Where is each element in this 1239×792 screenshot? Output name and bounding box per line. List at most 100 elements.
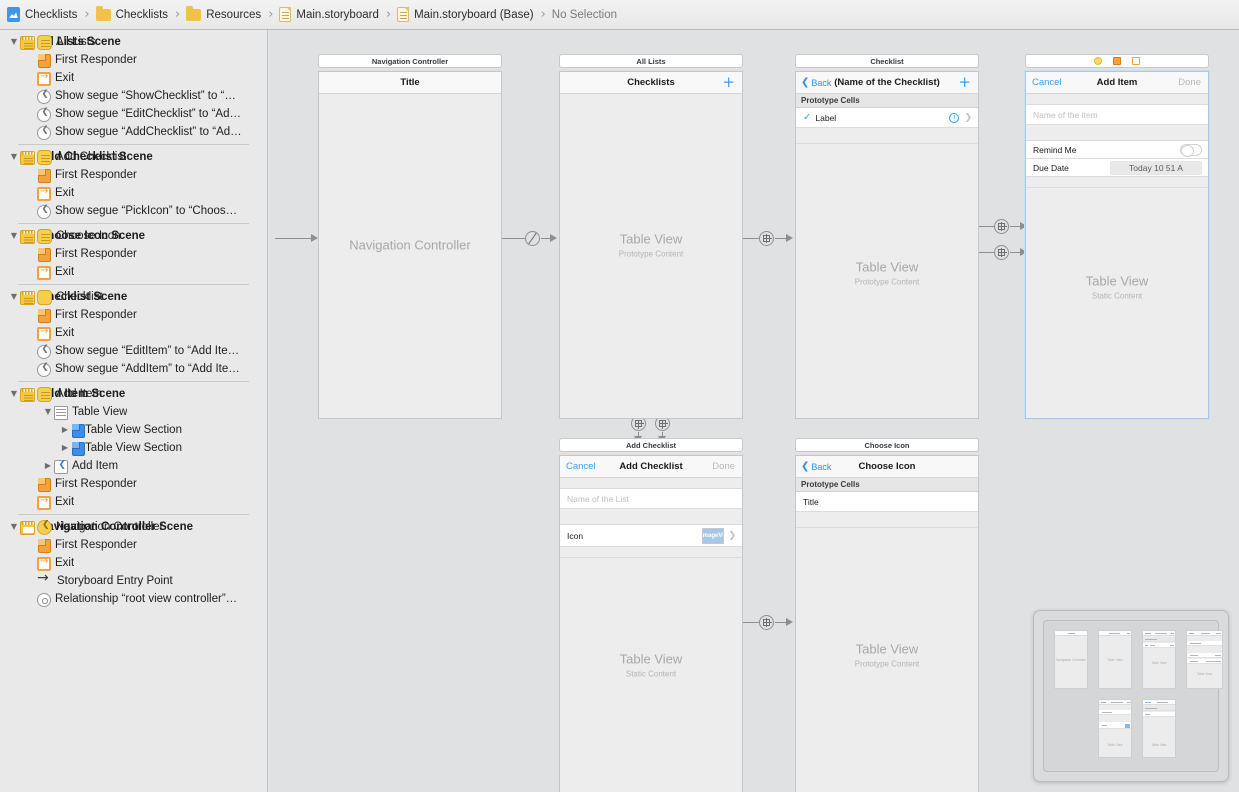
scene-add-item[interactable]: Cancel Add Item Done Name of the item Re… [1025,54,1209,419]
add-button[interactable]: + [722,75,735,90]
outline-item-exit[interactable]: Exit [0,324,267,342]
outline-item-table-view-section[interactable]: ▶ Table View Section [0,439,267,457]
device-canvas[interactable]: Checklists + Table View Prototype Conten… [559,71,743,419]
due-date-picker[interactable]: Today 10 51 A [1110,160,1202,175]
outline-item-segue-addchecklist[interactable]: Show segue “AddChecklist” to “Ad… [0,123,267,141]
outline-scene-add-item[interactable]: ▼ Add Item Scene [0,385,125,403]
minimap-thumb-add-item[interactable]: Table View [1186,630,1223,689]
outline-disclosure-triangle[interactable]: ▶ [59,439,71,457]
outline-item-segue-additem[interactable]: Show segue “AddItem” to “Add Ite… [0,360,267,378]
breadcrumb-item-selection[interactable]: No Selection [552,9,617,21]
scene-navigation-controller[interactable]: Navigation Controller Title Navigation C… [318,54,502,419]
outline-item-first-responder[interactable]: First Responder [0,245,267,263]
scene-add-checklist[interactable]: Add Checklist Cancel Add Checklist Done … [559,438,743,792]
device-canvas[interactable]: Cancel Add Checklist Done Name of the Li… [559,455,743,792]
image-view-placeholder[interactable]: UIImageView [702,527,725,544]
breadcrumb-item-group-checklists[interactable]: Checklists [95,6,168,21]
breadcrumb-item-storyboard-base[interactable]: Main.storyboard (Base) [397,7,534,22]
exit-icon[interactable] [1132,57,1140,65]
outline-item-segue-edititem[interactable]: Show segue “EditItem” to “Add Ite… [0,342,267,360]
name-field-cell[interactable]: Name of the List [560,489,742,509]
outline-item-relationship-root-view-controller[interactable]: Relationship “root view controller”… [0,590,267,608]
back-label: Back [811,461,832,472]
outline-scene-navigation-controller[interactable]: ▼ Navigation Controller Scene [0,518,193,536]
device-canvas[interactable]: Cancel Add Item Done Name of the item Re… [1025,71,1209,419]
outline-item-table-view[interactable]: ▼ Table View [0,403,267,421]
outline-item-exit[interactable]: Exit [0,493,267,511]
outline-scene-add-checklist[interactable]: ▼ Add Checklist Scene [0,148,153,166]
add-button[interactable]: + [958,75,971,90]
outline-disclosure-triangle[interactable]: ▼ [8,148,20,166]
first-responder-icon[interactable] [1113,57,1121,65]
scene-all-lists[interactable]: All Lists Checklists + Table View Protot… [559,54,743,419]
outline-item-all-lists[interactable]: ▶All Lists [0,33,267,51]
outline-disclosure-triangle[interactable]: ▶ [59,421,71,439]
view-controller-icon[interactable] [1094,57,1102,65]
minimap-content[interactable]: Navigation Controller Table View Table V… [1043,620,1223,772]
outline-item-first-responder[interactable]: First Responder [0,51,267,69]
outline-disclosure-triangle[interactable]: ▶ [42,457,54,475]
scene-label[interactable]: Checklist [795,54,979,68]
scene-choose-icon[interactable]: Choose Icon ❮ Back Choose Icon Prototype… [795,438,979,792]
minimap-thumb-all-lists[interactable]: Table View [1098,630,1132,689]
done-button[interactable]: Done [1178,77,1201,88]
remind-me-toggle[interactable] [1180,143,1202,157]
canvas-minimap[interactable]: Navigation Controller Table View Table V… [1033,610,1229,782]
outline-item-first-responder[interactable]: First Responder [0,475,267,493]
icon-cell[interactable]: Icon UIImageView ❯ [560,525,742,547]
outline-item-segue-pickicon[interactable]: Show segue “PickIcon” to “Choos… [0,202,267,220]
outline-item-segue-showchecklist[interactable]: Show segue “ShowChecklist” to “… [0,87,267,105]
outline-scene-choose-icon[interactable]: ▼ Choose Icon Scene [0,227,145,245]
minimap-thumb-nav-controller[interactable]: Navigation Controller [1054,630,1088,689]
breadcrumb-item-storyboard[interactable]: Main.storyboard [279,7,379,22]
outline-item-exit[interactable]: Exit [0,69,267,87]
outline-disclosure-triangle[interactable]: ▼ [8,288,20,306]
scene-label[interactable]: Choose Icon [795,438,979,452]
outline-item-storyboard-entry-point[interactable]: Storyboard Entry Point [0,570,267,590]
device-canvas[interactable]: ❮ Back Choose Icon Prototype Cells Title… [795,455,979,792]
breadcrumb-item-project[interactable]: Checklists [7,7,77,22]
name-field-cell[interactable]: Name of the item [1026,105,1208,125]
outline-item-exit[interactable]: Exit [0,184,267,202]
outline-disclosure-triangle[interactable]: ▼ [42,403,54,421]
outline-item-first-responder[interactable]: First Responder [0,536,267,554]
device-canvas[interactable]: Title Navigation Controller [318,71,502,419]
scene-label[interactable]: Add Checklist [559,438,743,452]
outline-item-exit[interactable]: Exit [0,263,267,281]
remind-me-cell[interactable]: Remind Me [1026,141,1208,159]
outline-item-first-responder[interactable]: First Responder [0,306,267,324]
device-canvas[interactable]: ❮ Back (Name of the Checklist) + Prototy… [795,71,979,419]
scene-label[interactable]: Navigation Controller [318,54,502,68]
outline-item-add-item-nav[interactable]: ▶ Add Item [0,457,267,475]
scene-label-selected[interactable] [1025,54,1209,68]
scene-checklist[interactable]: Checklist ❮ Back (Name of the Checklist)… [795,54,979,419]
outline-item-checklist[interactable]: ▶Checklist [0,288,267,306]
cancel-button[interactable]: Cancel [566,461,596,472]
outline-row-label: Checklist Scene [39,291,128,303]
info-icon[interactable]: i [949,112,960,123]
outline-item-add-item[interactable]: ▼Add Item [0,385,267,403]
minimap-thumb-add-checklist[interactable]: Table View [1098,699,1132,758]
prototype-cell[interactable]: Title [796,492,978,512]
outline-disclosure-triangle[interactable]: ▼ [8,33,20,51]
document-outline[interactable]: ▼All Lists Scene▶All Lists First Responde… [0,30,268,792]
breadcrumb-item-group-resources[interactable]: Resources [186,6,261,21]
outline-item-table-view-section[interactable]: ▶ Table View Section [0,421,267,439]
outline-item-first-responder[interactable]: First Responder [0,166,267,184]
outline-scene-checklist[interactable]: ▼ Checklist Scene [0,288,127,306]
due-date-cell[interactable]: Due Date Today 10 51 A [1026,159,1208,177]
outline-disclosure-triangle[interactable]: ▼ [8,385,20,403]
minimap-thumb-checklist[interactable]: Table View [1142,630,1176,689]
outline-scene-all-lists[interactable]: ▼ All Lists Scene [0,33,121,51]
outline-disclosure-triangle[interactable]: ▼ [8,518,20,536]
cancel-button[interactable]: Cancel [1032,77,1062,88]
scene-label[interactable]: All Lists [559,54,743,68]
minimap-thumb-choose-icon[interactable]: Table View [1142,699,1176,758]
outline-disclosure-triangle[interactable]: ▼ [8,227,20,245]
outline-item-segue-editchecklist[interactable]: Show segue “EditChecklist” to “Ad… [0,105,267,123]
storyboard-canvas[interactable]: Navigation Controller Title Navigation C… [269,30,1239,792]
back-button[interactable]: ❮ Back [801,461,831,472]
prototype-cell[interactable]: ✓ Label i ❯ [796,108,978,128]
back-button[interactable]: ❮ Back [801,77,831,88]
done-button[interactable]: Done [712,461,735,472]
